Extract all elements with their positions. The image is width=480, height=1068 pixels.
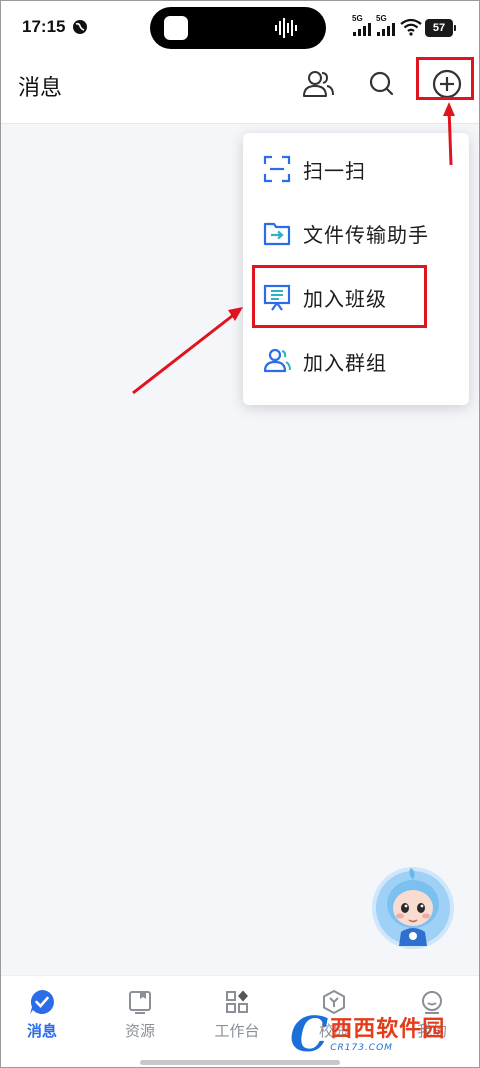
scan-icon bbox=[261, 153, 293, 185]
nav-label: 资源 bbox=[124, 1022, 155, 1040]
menu-item-join-group[interactable]: 加入群组 bbox=[243, 329, 469, 393]
home-indicator[interactable] bbox=[140, 1060, 340, 1065]
menu-item-label: 文件传输助手 bbox=[303, 222, 429, 247]
nav-item-resources[interactable]: 资源 bbox=[102, 988, 178, 1048]
group-icon bbox=[261, 345, 293, 377]
nav-label: 消息 bbox=[26, 1022, 57, 1040]
watermark-brand: 西西软件园 bbox=[330, 1017, 446, 1042]
battery-indicator: 57 bbox=[425, 19, 456, 37]
page-title: 消息 bbox=[18, 76, 63, 101]
status-time: 17:15 bbox=[22, 17, 66, 36]
audio-wave-icon bbox=[275, 18, 297, 38]
nav-label: 工作台 bbox=[214, 1022, 260, 1040]
cellular-signal-icon: 5G bbox=[352, 14, 374, 39]
watermark-url: CR173.COM bbox=[330, 1043, 393, 1053]
globe-icon bbox=[73, 20, 87, 34]
annotation-arrow-diagonal bbox=[132, 311, 237, 395]
watermark-logo-icon: C bbox=[290, 1007, 329, 1063]
menu-item-file-transfer[interactable]: 文件传输助手 bbox=[243, 201, 469, 265]
menu-item-label: 加入群组 bbox=[303, 350, 387, 375]
menu-item-scan[interactable]: 扫一扫 bbox=[243, 137, 469, 201]
annotation-arrowhead-diagonal bbox=[228, 307, 243, 321]
contacts-icon[interactable] bbox=[300, 66, 336, 102]
file-transfer-icon bbox=[261, 217, 293, 249]
nav-item-messages[interactable]: 消息 bbox=[4, 988, 80, 1048]
site-watermark: C 西西软件园 CR173.COM bbox=[290, 1010, 470, 1060]
nav-item-workbench[interactable]: 工作台 bbox=[199, 988, 275, 1048]
assistant-mascot-button[interactable] bbox=[371, 866, 455, 950]
app-indicator-icon bbox=[164, 16, 188, 40]
workbench-grid-icon bbox=[223, 988, 251, 1016]
app-header: 消息 bbox=[0, 58, 480, 124]
status-bar: 17:15 5G 5G 57 bbox=[0, 0, 480, 58]
menu-item-label: 扫一扫 bbox=[303, 158, 366, 183]
cellular-signal-icon-2: 5G bbox=[376, 14, 398, 39]
search-icon[interactable] bbox=[364, 66, 400, 102]
dynamic-island bbox=[150, 7, 326, 49]
annotation-highlight-add bbox=[416, 57, 474, 100]
message-check-icon bbox=[28, 988, 56, 1016]
resource-book-icon bbox=[126, 988, 154, 1016]
wifi-icon bbox=[400, 18, 422, 36]
annotation-highlight-join-class bbox=[252, 265, 427, 328]
